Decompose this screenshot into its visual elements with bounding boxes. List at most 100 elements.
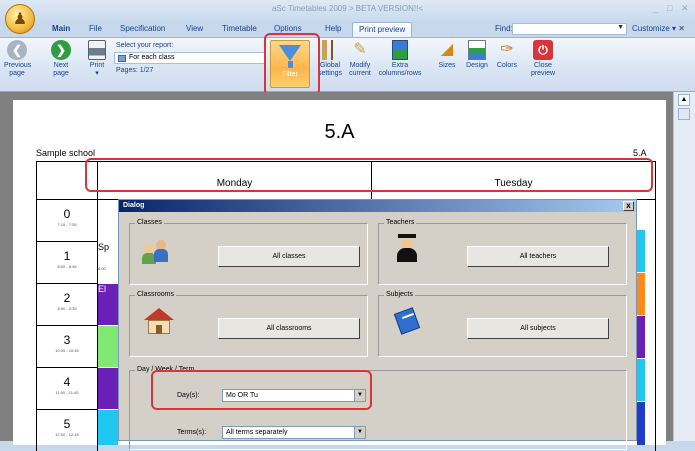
tab-options[interactable]: Options — [274, 24, 302, 33]
next-label-2: page — [53, 70, 69, 77]
all-subjects-button[interactable]: All subjects — [467, 318, 609, 339]
classrooms-group: Classrooms All classrooms — [129, 291, 368, 357]
terms-label: Terms(s): — [177, 429, 207, 436]
classes-icon — [142, 238, 172, 264]
chevron-down-icon[interactable]: ▼ — [617, 24, 624, 31]
close-window-button[interactable]: ✕ — [681, 3, 689, 14]
maximize-button[interactable]: □ — [667, 3, 672, 13]
teachers-group: Teachers All teachers — [378, 219, 627, 285]
all-teachers-button[interactable]: All teachers — [467, 246, 609, 267]
lesson-cell[interactable] — [637, 359, 645, 401]
terms-select[interactable]: All terms separately ▼ — [222, 426, 366, 439]
chevron-down-icon[interactable]: ▼ — [354, 427, 365, 438]
period-number: 0 — [63, 207, 71, 221]
previous-label-1: Previous — [4, 62, 32, 69]
sizes-button[interactable]: ◢ Sizes — [436, 40, 458, 70]
period-time: 8:50 - 9:35 — [57, 306, 77, 311]
minimize-button[interactable]: _ — [653, 3, 658, 13]
next-page-button[interactable]: ❯ Next page — [48, 40, 74, 78]
school-name: Sample school — [36, 148, 96, 158]
all-classes-button[interactable]: All classes — [218, 246, 360, 267]
sizes-icon: ◢ — [440, 41, 454, 58]
period-time: 8:00 - 8:45 — [57, 264, 77, 269]
printer-icon — [88, 40, 106, 60]
tab-help[interactable]: Help — [325, 24, 341, 33]
lesson-cell[interactable] — [637, 402, 645, 445]
report-type-icon — [118, 55, 126, 62]
highlight-filter — [264, 33, 320, 96]
lesson-cell[interactable] — [637, 316, 645, 358]
classrooms-group-label: Classrooms — [135, 291, 176, 298]
design-button[interactable]: Design — [462, 40, 492, 70]
terms-value: All terms separately — [226, 429, 288, 436]
vertical-scrollbar[interactable]: ▲ — [673, 92, 695, 441]
all-classrooms-button[interactable]: All classrooms — [218, 318, 360, 339]
report-select[interactable]: For each class — [114, 52, 266, 64]
lesson-cell[interactable] — [98, 326, 118, 367]
tab-main[interactable]: Main — [52, 24, 70, 33]
report-value: For each class — [129, 54, 175, 61]
scroll-up-arrow-icon[interactable]: ▲ — [678, 94, 690, 106]
window-title: aSc Timetables 2009 > BETA VERSION!!< — [271, 4, 424, 13]
extra-label-1: Extra — [391, 62, 409, 69]
dialog-title-bar[interactable]: Dialog x — [119, 200, 636, 212]
period-row-0: 0 7:10 - 7:55 — [37, 207, 97, 227]
period-number: 2 — [63, 291, 71, 305]
print-button[interactable]: Print ▾ — [86, 40, 108, 78]
lesson-cell[interactable] — [98, 410, 118, 445]
report-label: Select your report: — [116, 42, 174, 49]
lesson-cell[interactable]: El — [98, 284, 118, 325]
extra-label-2: columns/rows — [378, 70, 422, 77]
sizes-label: Sizes — [438, 62, 456, 69]
scroll-thumb[interactable] — [678, 108, 690, 120]
lesson-cell[interactable] — [637, 230, 645, 272]
design-icon — [468, 40, 486, 60]
period-time: 11:00 - 11:45 — [55, 390, 79, 395]
print-dropdown-arrow: ▾ — [95, 70, 99, 77]
extra-columns-icon — [392, 40, 408, 60]
customize-menu[interactable]: Customize ▾ ✕ — [632, 24, 685, 33]
period-time: 10:00 - 10:45 — [55, 348, 79, 353]
teacher-icon — [395, 234, 419, 264]
tab-specification[interactable]: Specification — [120, 24, 165, 33]
modify-label-2: current — [349, 70, 371, 77]
lesson-cell[interactable]: Sp 8:00 — [98, 242, 118, 282]
period-number: 5 — [63, 417, 71, 431]
tab-file[interactable]: File — [89, 24, 102, 33]
period-row-4: 4 11:00 - 11:45 — [37, 375, 97, 395]
subjects-group-label: Subjects — [384, 291, 415, 298]
next-label-1: Next — [53, 62, 69, 69]
previous-page-button[interactable]: ❮ Previous page — [4, 40, 32, 78]
extra-columns-rows-button[interactable]: Extra columns/rows — [375, 40, 425, 78]
page-counter: Pages: 1/27 — [116, 67, 154, 74]
design-label: Design — [466, 62, 488, 69]
modify-icon: ✎ — [353, 41, 367, 58]
colors-label: Colors — [496, 62, 518, 69]
teachers-group-label: Teachers — [384, 219, 417, 226]
modify-current-button[interactable]: ✎ Modify current — [346, 40, 374, 78]
class-code: 5.A — [633, 148, 647, 158]
find-input[interactable]: ▼ — [512, 23, 627, 35]
classes-group-label: Classes — [135, 219, 164, 226]
arrow-left-icon: ❮ — [7, 40, 27, 60]
asc-logo-icon[interactable]: ♟ — [5, 4, 35, 34]
period-row-5: 5 12:00 - 12:45 — [37, 417, 97, 437]
power-icon: ⏻ — [533, 40, 553, 60]
close-preview-button[interactable]: ⏻ Close preview — [527, 40, 559, 78]
period-time: 12:00 - 12:45 — [55, 432, 79, 437]
tab-view[interactable]: View — [186, 24, 203, 33]
arrow-right-icon: ❯ — [51, 40, 71, 60]
tab-print-preview[interactable]: Print preview — [352, 22, 413, 37]
tab-timetable[interactable]: Timetable — [222, 24, 257, 33]
dialog-title: Dialog — [123, 202, 145, 209]
class-title: 5.A — [324, 121, 355, 143]
lesson-abbr: El — [98, 284, 107, 294]
lesson-cell[interactable] — [98, 368, 118, 409]
period-number: 1 — [63, 249, 71, 263]
find-label: Find: — [495, 24, 513, 33]
colors-button[interactable]: ✑ Colors — [494, 40, 520, 70]
period-row-1: 1 8:00 - 8:45 — [37, 249, 97, 269]
lesson-cell[interactable] — [637, 273, 645, 315]
dialog-close-button[interactable]: x — [623, 201, 634, 211]
period-time: 7:10 - 7:55 — [57, 222, 77, 227]
